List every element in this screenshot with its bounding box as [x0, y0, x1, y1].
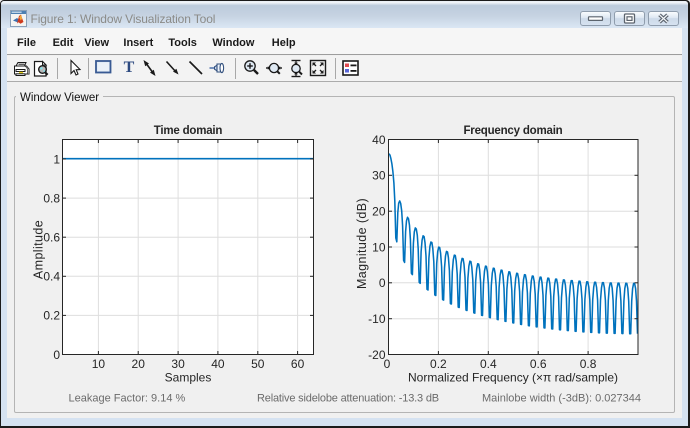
svg-text:Time domain: Time domain — [154, 125, 223, 137]
svg-text:Normalized Frequency (×π rad/: Normalized Frequency (×π rad/sample) — [408, 371, 618, 385]
svg-text:60: 60 — [291, 357, 305, 371]
svg-text:Amplitude: Amplitude — [32, 220, 46, 279]
svg-text:0: 0 — [379, 276, 386, 290]
svg-text:1: 1 — [53, 152, 60, 166]
svg-text:0.6: 0.6 — [530, 357, 547, 371]
svg-text:40: 40 — [211, 357, 225, 371]
svg-text:-20: -20 — [368, 348, 386, 362]
svg-text:Magnitude (dB): Magnitude (dB) — [355, 198, 369, 289]
svg-text:Leakage Factor: 9.14 %: Leakage Factor: 9.14 % — [69, 393, 186, 405]
svg-text:10: 10 — [92, 357, 106, 371]
svg-text:30: 30 — [171, 357, 185, 371]
svg-text:Samples: Samples — [165, 371, 212, 385]
svg-text:0.2: 0.2 — [430, 357, 447, 371]
svg-text:0.6: 0.6 — [43, 231, 60, 245]
svg-text:40: 40 — [372, 133, 386, 147]
svg-text:0.2: 0.2 — [43, 309, 60, 323]
svg-text:0.4: 0.4 — [480, 357, 497, 371]
svg-text:0.8: 0.8 — [580, 357, 597, 371]
svg-text:20: 20 — [372, 205, 386, 219]
svg-text:30: 30 — [372, 169, 386, 183]
svg-text:Relative sidelobe attenuation:: Relative sidelobe attenuation: -13.3 dB — [257, 393, 439, 405]
svg-text:0: 0 — [53, 348, 60, 362]
svg-text:0.4: 0.4 — [43, 270, 60, 284]
svg-text:10: 10 — [372, 240, 386, 254]
svg-text:20: 20 — [132, 357, 146, 371]
svg-text:-10: -10 — [368, 312, 386, 326]
svg-text:Mainlobe width (-3dB): 0.02734: Mainlobe width (-3dB): 0.027344 — [482, 393, 641, 405]
svg-text:50: 50 — [251, 357, 265, 371]
svg-text:Frequency domain: Frequency domain — [463, 125, 562, 137]
svg-text:0.8: 0.8 — [43, 191, 60, 205]
